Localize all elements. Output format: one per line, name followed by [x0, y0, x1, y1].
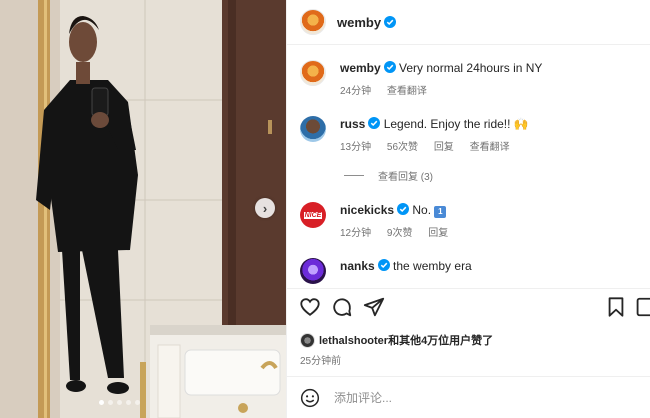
- comment-avatar[interactable]: NICE: [300, 202, 326, 228]
- comment-item: nanks the wemby era: [300, 258, 472, 284]
- add-comment-bar: 添加评论...: [287, 376, 650, 418]
- comment-avatar[interactable]: [300, 116, 326, 142]
- post-photo: ›: [0, 0, 286, 418]
- bookmark-icon[interactable]: [605, 296, 627, 318]
- liked-by-text: lethalshooter和其他4万位用户赞了: [319, 335, 494, 347]
- actions-divider: [287, 288, 650, 289]
- share-paper-plane-icon[interactable]: [363, 296, 385, 318]
- comment-avatar[interactable]: [300, 60, 326, 86]
- carousel-dots: [99, 400, 140, 405]
- comment-item: russ Legend. Enjoy the ride!! 🙌 13分钟 56次…: [300, 116, 529, 153]
- carousel-dot: [135, 400, 140, 405]
- comment-likes[interactable]: 9次赞: [387, 228, 413, 239]
- author-username[interactable]: wemby: [337, 15, 381, 30]
- comment-likes[interactable]: 56次赞: [387, 142, 418, 153]
- post-sidebar: wemby wemby Very normal 24hours in NY 24…: [286, 0, 650, 418]
- see-translation-link[interactable]: 查看翻译: [387, 86, 427, 97]
- comment-username[interactable]: wemby: [340, 61, 381, 75]
- emoji-smile-icon[interactable]: [300, 388, 320, 408]
- comments-list: wemby Very normal 24hours in NY 24分钟 查看翻…: [287, 52, 650, 288]
- reply-link[interactable]: 回复: [434, 142, 454, 153]
- nicekicks-logo-text: NICE: [303, 211, 323, 219]
- comment-text: Legend. Enjoy the ride!! 🙌: [383, 117, 529, 131]
- comment-meta: 13分钟 56次赞 回复 查看翻译: [340, 138, 529, 153]
- comment-meta: 24分钟 查看翻译: [340, 82, 542, 97]
- comment-avatar[interactable]: [300, 258, 326, 284]
- comment-item: wemby Very normal 24hours in NY 24分钟 查看翻…: [300, 60, 542, 97]
- comment-username[interactable]: nicekicks: [340, 203, 394, 217]
- liked-by[interactable]: lethalshooter和其他4万位用户赞了: [300, 332, 493, 348]
- author-avatar[interactable]: [300, 9, 326, 35]
- comment-time: 13分钟: [340, 142, 372, 153]
- carousel-dot: [108, 400, 113, 405]
- comment-time: 24分钟: [340, 86, 372, 97]
- header-divider: [287, 44, 650, 45]
- comment-username[interactable]: russ: [340, 117, 365, 131]
- comment-item: NICE nicekicks No. 1 12分钟 9次赞 回复: [300, 202, 461, 239]
- verified-badge-icon: [384, 16, 397, 28]
- liker-avatar: [300, 332, 315, 348]
- verified-badge-icon: [368, 117, 381, 129]
- comment-username[interactable]: nanks: [340, 259, 375, 273]
- verified-badge-icon: [377, 259, 390, 271]
- more-square-icon[interactable]: [633, 296, 650, 318]
- comment-text-line: nanks the wemby era: [340, 258, 472, 274]
- carousel-dot: [126, 400, 131, 405]
- view-replies-link[interactable]: 查看回复 (3): [344, 168, 433, 183]
- carousel-dot: [99, 400, 104, 405]
- keycap-one-icon: 1: [434, 206, 447, 218]
- replies-dash: [344, 175, 364, 176]
- carousel-next-button[interactable]: ›: [255, 198, 275, 218]
- comment-time: 12分钟: [340, 228, 372, 239]
- comment-bubble-icon[interactable]: [331, 296, 353, 318]
- comment-meta: 12分钟 9次赞 回复: [340, 224, 461, 239]
- verified-badge-icon: [383, 61, 396, 73]
- comment-text: No.: [412, 203, 435, 217]
- comment-text-line: nicekicks No. 1: [340, 202, 461, 218]
- comment-text: Very normal 24hours in NY: [399, 61, 543, 75]
- verified-badge-icon: [397, 203, 410, 215]
- heart-icon[interactable]: [299, 296, 321, 318]
- view-replies-label: 查看回复 (3): [378, 172, 433, 183]
- post-header: wemby: [287, 0, 650, 44]
- comment-text-line: russ Legend. Enjoy the ride!! 🙌: [340, 116, 529, 132]
- see-translation-link[interactable]: 查看翻译: [470, 142, 510, 153]
- carousel-dot: [117, 400, 122, 405]
- add-comment-input[interactable]: 添加评论...: [334, 389, 392, 406]
- comment-text: the wemby era: [393, 259, 472, 273]
- reply-link[interactable]: 回复: [428, 228, 448, 239]
- comment-text-line: wemby Very normal 24hours in NY: [340, 60, 542, 76]
- mirror-selfie-image: [0, 0, 286, 418]
- post-time: 25分钟前: [300, 356, 342, 367]
- post-actions: [287, 296, 650, 322]
